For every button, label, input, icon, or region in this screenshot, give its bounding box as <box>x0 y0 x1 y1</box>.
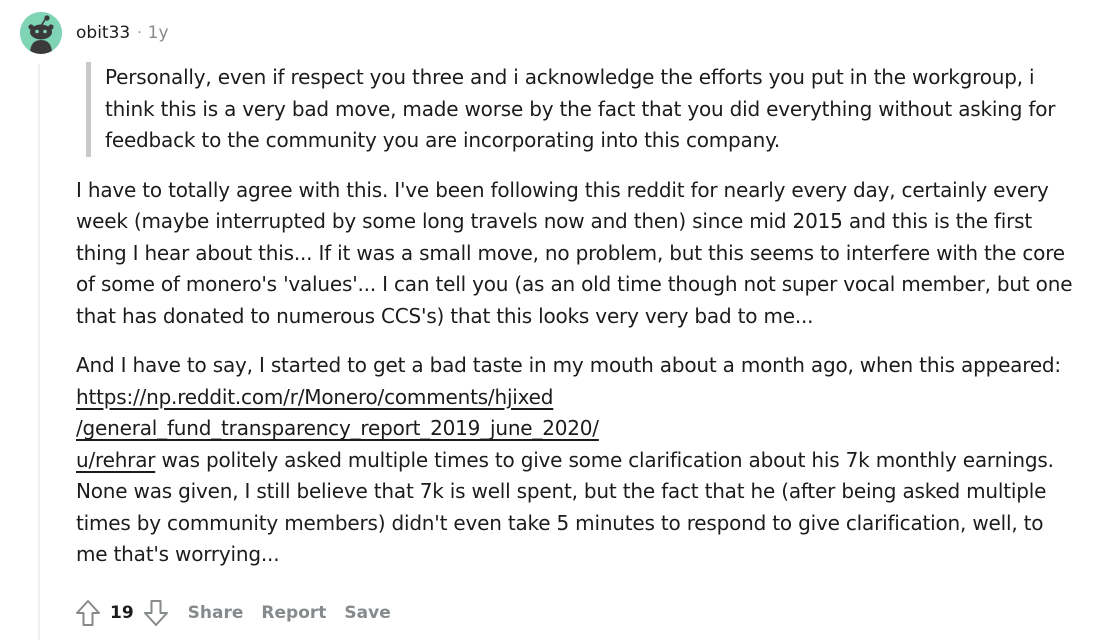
blockquote: Personally, even if respect you three an… <box>86 62 1060 157</box>
paragraph-intro-text: And I have to say, I started to get a ba… <box>76 353 1061 377</box>
paragraph-text: I have to totally agree with this. I've … <box>76 177 1073 328</box>
thread-line[interactable] <box>38 64 40 640</box>
user-avatar[interactable] <box>20 12 62 54</box>
comment: obit33 · 1y Personally, even if respect … <box>0 0 1099 640</box>
quote-text: Personally, even if respect you three an… <box>105 65 1056 152</box>
comment-actions: 19 Share Report Save <box>72 596 391 630</box>
arrow-down-icon <box>143 600 168 626</box>
upvote-button[interactable] <box>72 597 104 629</box>
vote-score: 19 <box>110 603 134 623</box>
link-text-line-1: https://np.reddit.com/r/Monero/comments/… <box>76 384 554 409</box>
downvote-button[interactable] <box>140 597 172 629</box>
report-button[interactable]: Report <box>261 603 326 623</box>
link-text-line-2: /general_fund_transparency_report_2019_j… <box>76 416 599 440</box>
share-button[interactable]: Share <box>188 603 244 623</box>
username-link[interactable]: obit33 <box>76 23 130 43</box>
snoo-avatar-icon <box>20 12 62 54</box>
meta-separator: · <box>137 25 142 41</box>
comment-meta: obit33 · 1y <box>76 21 169 45</box>
paragraph-bad-taste: And I have to say, I started to get a ba… <box>76 350 1076 571</box>
paragraph-rest-text: was politely asked multiple times to giv… <box>76 447 1054 567</box>
arrow-up-icon <box>76 600 100 626</box>
comment-body: Personally, even if respect you three an… <box>76 62 1076 589</box>
comment-age[interactable]: 1y <box>148 23 169 43</box>
save-button[interactable]: Save <box>344 603 390 623</box>
paragraph-agree: I have to totally agree with this. I've … <box>76 175 1076 333</box>
transparency-report-link[interactable]: https://np.reddit.com/r/Monero/comments/… <box>76 385 599 441</box>
user-mention-link[interactable]: u/rehrar <box>76 448 155 472</box>
